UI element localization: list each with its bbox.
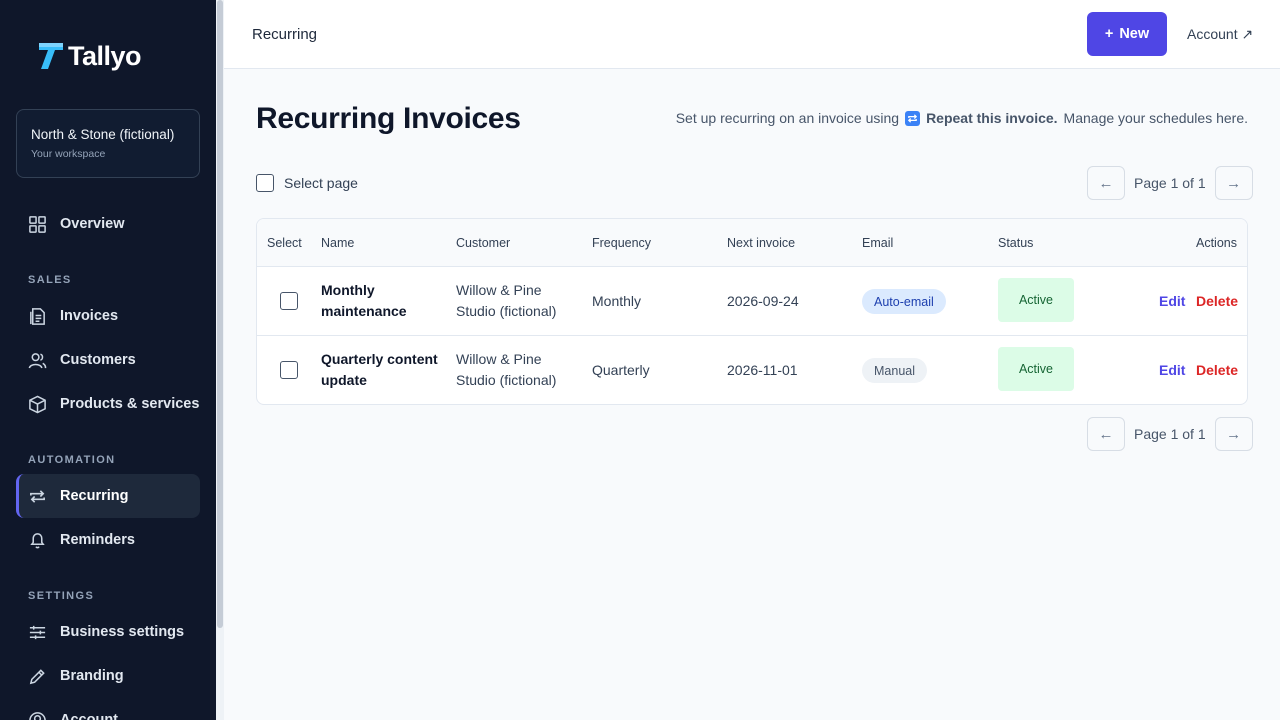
sidebar-item-overview[interactable]: Overview	[16, 202, 200, 246]
workspace-subtitle: Your workspace	[31, 148, 106, 160]
select-page-checkbox[interactable]	[256, 174, 274, 192]
email-mode-badge: Manual	[862, 358, 927, 383]
table-row: Quarterly content update Willow & Pine S…	[257, 336, 1247, 404]
edit-button[interactable]: Edit	[1159, 362, 1185, 378]
next-invoice-date: 2026-11-01	[727, 362, 798, 378]
prev-page-button[interactable]: ←	[1087, 166, 1125, 200]
pencil-icon	[28, 667, 47, 686]
sidebar-item-business-settings[interactable]: Business settings	[16, 610, 200, 654]
sidebar-item-label: Business settings	[60, 624, 185, 640]
workspace-name: North & Stone (fictional)	[31, 127, 175, 142]
sidebar-item-account[interactable]: Account	[16, 698, 200, 720]
page-indicator: Page 1 of 1	[1134, 426, 1206, 442]
pagination-bottom: ← Page 1 of 1 →	[1087, 417, 1253, 451]
column-header-frequency: Frequency	[592, 236, 652, 250]
schedule-name: Quarterly content update	[321, 351, 438, 388]
customer-name: Willow & Pine Studio (fictional)	[456, 351, 557, 388]
sidebar-item-label: Customers	[60, 352, 136, 368]
frequency: Quarterly	[592, 362, 650, 378]
new-button-label: New	[1119, 26, 1150, 42]
hint-suffix: Manage your schedules here.	[1063, 110, 1248, 126]
status-badge: Active	[998, 278, 1074, 322]
column-header-select: Select	[267, 236, 302, 250]
sidebar-item-products[interactable]: Products & services	[16, 382, 200, 426]
tallyo-logo-icon	[38, 42, 64, 70]
page-title: Recurring Invoices	[256, 102, 521, 135]
delete-button[interactable]: Delete	[1196, 362, 1238, 378]
repeat-icon	[28, 487, 47, 506]
sidebar-item-label: Overview	[60, 216, 125, 232]
sidebar-item-recurring[interactable]: Recurring	[16, 474, 200, 518]
sidebar-item-label: Account	[60, 712, 118, 720]
edit-button[interactable]: Edit	[1159, 293, 1185, 309]
hint-strong: Repeat this invoice.	[926, 110, 1058, 126]
bell-icon	[28, 531, 47, 550]
nav-section-sales: SALES	[28, 274, 72, 286]
users-icon	[28, 351, 47, 370]
sidebar: Tallyo North & Stone (fictional) Your wo…	[0, 0, 216, 720]
frequency: Monthly	[592, 293, 642, 309]
row-checkbox[interactable]	[280, 292, 298, 310]
user-circle-icon	[28, 711, 47, 720]
grid-icon	[28, 215, 47, 234]
column-header-actions: Actions	[1196, 236, 1237, 250]
recurring-hint: Set up recurring on an invoice using Rep…	[676, 110, 1248, 126]
nav-section-settings: SETTINGS	[28, 590, 95, 602]
status-badge: Active	[998, 347, 1074, 391]
sidebar-scrollbar-thumb[interactable]	[217, 0, 223, 628]
sidebar-item-customers[interactable]: Customers	[16, 338, 200, 382]
page-indicator: Page 1 of 1	[1134, 175, 1206, 191]
sidebar-item-reminders[interactable]: Reminders	[16, 518, 200, 562]
account-link[interactable]: Account ↗	[1187, 26, 1253, 43]
next-invoice-date: 2026-09-24	[727, 293, 799, 309]
column-header-next-invoice: Next invoice	[727, 236, 796, 250]
box-icon	[28, 395, 47, 414]
sidebar-item-label: Recurring	[60, 488, 129, 504]
plus-icon: +	[1104, 26, 1114, 42]
sidebar-item-branding[interactable]: Branding	[16, 654, 200, 698]
sidebar-item-label: Invoices	[60, 308, 119, 324]
pagination-top: ← Page 1 of 1 →	[1087, 166, 1253, 200]
table-row: Monthly maintenance Willow & Pine Studio…	[257, 267, 1247, 336]
nav-section-automation: AUTOMATION	[28, 454, 116, 466]
recurring-table: Select Name Customer Frequency Next invo…	[256, 218, 1248, 405]
sidebar-item-label: Branding	[60, 668, 124, 684]
hint-prefix: Set up recurring on an invoice using	[675, 110, 900, 126]
select-page-label: Select page	[284, 175, 358, 191]
breadcrumb: Recurring	[252, 26, 318, 43]
customer-name: Willow & Pine Studio (fictional)	[456, 282, 557, 319]
column-header-email: Email	[862, 236, 894, 250]
sidebar-item-label: Reminders	[60, 532, 135, 548]
new-button[interactable]: + New	[1087, 12, 1167, 56]
workspace-switcher[interactable]: North & Stone (fictional) Your workspace	[16, 109, 200, 178]
app-logo[interactable]: Tallyo	[38, 40, 142, 72]
column-header-customer: Customer	[456, 236, 511, 250]
sliders-icon	[28, 623, 47, 642]
schedule-name: Monthly maintenance	[321, 282, 407, 319]
repeat-icon	[905, 110, 921, 126]
email-mode-badge: Auto-email	[862, 289, 946, 314]
sidebar-item-invoices[interactable]: Invoices	[16, 294, 200, 338]
delete-button[interactable]: Delete	[1196, 293, 1238, 309]
column-header-status: Status	[998, 236, 1034, 250]
top-bar: Recurring + New Account ↗	[224, 0, 1280, 69]
next-page-button[interactable]: →	[1214, 417, 1253, 451]
select-page-control[interactable]: Select page	[256, 174, 358, 192]
sidebar-item-label: Products & services	[60, 396, 200, 412]
next-page-button[interactable]: →	[1214, 166, 1253, 200]
prev-page-button[interactable]: ←	[1087, 417, 1125, 451]
app-name: Tallyo	[68, 40, 142, 71]
column-header-name: Name	[321, 236, 355, 250]
document-icon	[28, 307, 47, 326]
row-checkbox[interactable]	[280, 361, 298, 379]
